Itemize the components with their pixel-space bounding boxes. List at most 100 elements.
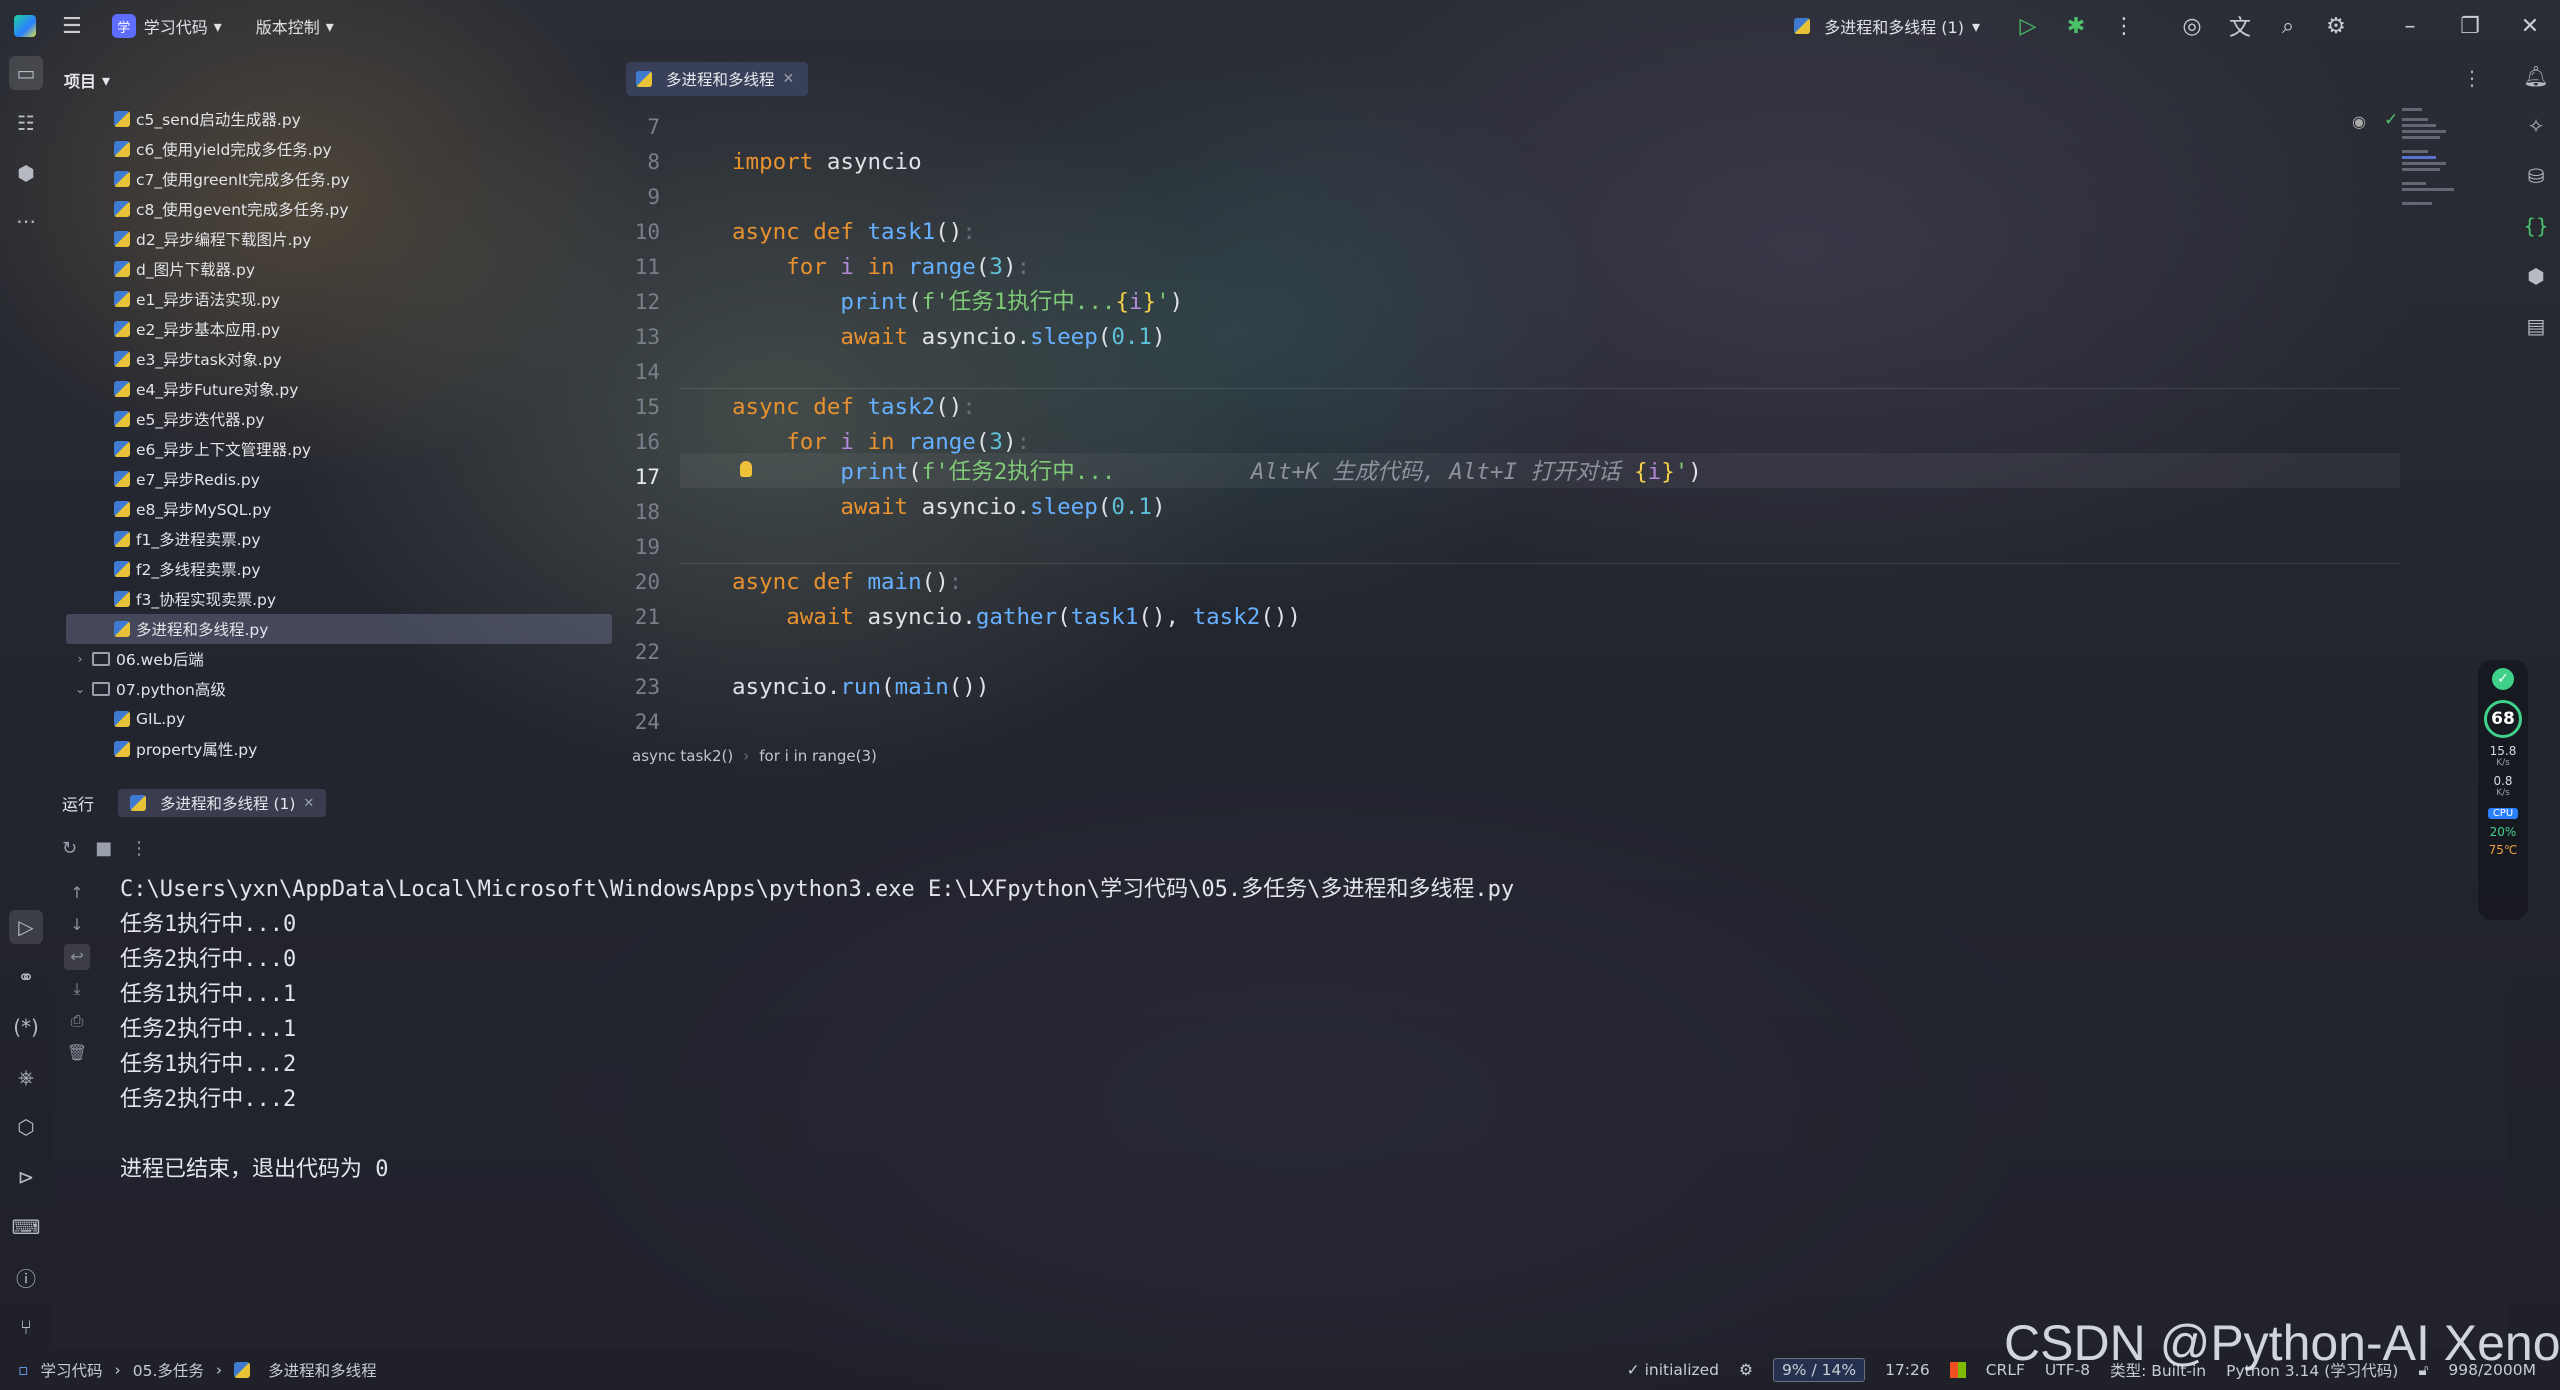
close-tab-icon[interactable]: ✕: [303, 796, 314, 811]
tree-file[interactable]: e7_异步Redis.py: [52, 464, 612, 494]
tree-file[interactable]: e2_异步基本应用.py: [52, 314, 612, 344]
notifications-bell-icon[interactable]: 🔔︎: [2520, 60, 2552, 92]
more-actions-icon[interactable]: ⋮: [2100, 14, 2148, 39]
run-tab[interactable]: 多进程和多线程 (1) ✕: [118, 789, 327, 817]
main-menu-icon[interactable]: ☰: [62, 14, 82, 39]
console-line: 任务1执行中...0: [120, 912, 297, 937]
run-config-selector[interactable]: 多进程和多线程 (1) ▾: [1794, 14, 1980, 38]
project-tool-folder-icon[interactable]: ▭: [9, 56, 43, 90]
restore-icon[interactable]: ❐: [2440, 14, 2500, 39]
close-icon[interactable]: ✕: [2500, 14, 2560, 39]
run-icon[interactable]: ▷: [2004, 14, 2052, 39]
tree-file[interactable]: 多进程和多线程.py: [66, 614, 612, 644]
breadcrumb-item[interactable]: for i in range(3): [759, 747, 877, 765]
tree-file[interactable]: f2_多线程卖票.py: [52, 554, 612, 584]
tree-file[interactable]: e8_异步MySQL.py: [52, 494, 612, 524]
tree-file[interactable]: f3_协程实现卖票.py: [52, 584, 612, 614]
line-number: 24: [634, 710, 660, 734]
git-branch-icon[interactable]: ⑂: [9, 1310, 43, 1344]
tree-file[interactable]: f1_多进程卖票.py: [52, 524, 612, 554]
status-crumb[interactable]: 多进程和多线程: [268, 1359, 377, 1381]
memory-usage[interactable]: 9% / 14%: [1772, 1358, 1866, 1382]
database-icon[interactable]: ⛁: [2520, 160, 2552, 192]
python-file-icon: [114, 381, 130, 397]
more-tools-icon[interactable]: ⋯: [9, 204, 43, 238]
ai-chat-icon[interactable]: ✧: [2520, 110, 2552, 142]
run-tool-icon[interactable]: ▷: [9, 910, 43, 944]
tree-file[interactable]: c5_send启动生成器.py: [52, 104, 612, 134]
code-line: await asyncio.sleep(0.1): [840, 324, 1166, 350]
tree-folder[interactable]: ⌄ 07.python高级: [52, 674, 612, 704]
project-panel-header[interactable]: 项目 ▾: [52, 62, 612, 98]
tree-item-label: f1_多进程卖票.py: [136, 531, 261, 549]
trash-icon[interactable]: 🗑: [64, 1040, 90, 1066]
scroll-up-icon[interactable]: ↑: [64, 880, 90, 906]
function-separator: [680, 388, 2400, 389]
minimize-icon[interactable]: –: [2380, 14, 2440, 39]
regex-tool-icon[interactable]: (*): [9, 1010, 43, 1044]
code-line: import asyncio: [732, 149, 922, 175]
tree-file[interactable]: c6_使用yield完成多任务.py: [52, 134, 612, 164]
code-editor[interactable]: 7 8 9 10 11 12 13 14 15 16 17 18 19 20 21 22 23 24 import…: [620, 110, 2400, 740]
tree-file[interactable]: d_图片下载器.py: [52, 254, 612, 284]
tree-file[interactable]: e4_异步Future对象.py: [52, 374, 612, 404]
terminal-icon[interactable]: ⌨: [9, 1210, 43, 1244]
breadcrumb-item[interactable]: async task2(): [632, 747, 733, 765]
line-number: 17: [634, 465, 660, 489]
chevron-down-icon[interactable]: ⌄: [72, 682, 88, 696]
problems-icon[interactable]: ⓘ: [9, 1260, 43, 1294]
tree-file[interactable]: c8_使用gevent完成多任务.py: [52, 194, 612, 224]
project-switcher[interactable]: 学习代码 ▾: [144, 14, 222, 38]
soft-wrap-icon[interactable]: ↩: [64, 944, 90, 970]
gear-icon[interactable]: ⚙: [2312, 14, 2360, 39]
code-minimap[interactable]: [2400, 104, 2510, 254]
tree-file[interactable]: property属性.py: [52, 734, 612, 764]
tree-file[interactable]: e1_异步语法实现.py: [52, 284, 612, 314]
stop-icon[interactable]: ■: [95, 838, 112, 859]
run-side-toolbar: ↑ ↓ ↩ ⤓ ⎙ 🗑: [52, 880, 102, 1340]
function-separator: [680, 563, 2400, 564]
tree-file[interactable]: e3_异步task对象.py: [52, 344, 612, 374]
tree-folder[interactable]: › 06.web后端: [52, 644, 612, 674]
more-actions-icon[interactable]: ⋮: [130, 838, 148, 859]
tree-item-label: 07.python高级: [116, 681, 226, 699]
python-packages-icon[interactable]: ⬢: [9, 156, 43, 190]
editor-tab-active[interactable]: 多进程和多线程 ✕: [626, 62, 809, 96]
ai-assistant-icon[interactable]: ◎: [2168, 14, 2216, 39]
readme-icon[interactable]: ▤: [2520, 310, 2552, 342]
code-line: async def main():: [732, 569, 963, 595]
gear-icon[interactable]: ⚙: [1739, 1361, 1753, 1379]
scroll-down-icon[interactable]: ↓: [64, 912, 90, 938]
status-crumb[interactable]: 05.多任务: [133, 1359, 204, 1381]
scroll-to-end-icon[interactable]: ⤓: [64, 976, 90, 1002]
services-play-icon[interactable]: ⊳: [9, 1160, 43, 1194]
search-icon[interactable]: ⌕: [2264, 14, 2312, 39]
tree-file[interactable]: d2_异步编程下载图片.py: [52, 224, 612, 254]
vcs-menu[interactable]: 版本控制 ▾: [256, 14, 334, 38]
console-line: 任务2执行中...0: [120, 947, 297, 972]
services-tool-icon[interactable]: ⚭: [9, 960, 43, 994]
rerun-icon[interactable]: ↻: [62, 838, 77, 859]
print-icon[interactable]: ⎙: [64, 1008, 90, 1034]
tree-file[interactable]: GIL.py: [52, 704, 612, 734]
run-console-output[interactable]: C:\Users\yxn\AppData\Local\Microsoft\Win…: [120, 872, 2500, 1342]
tree-file[interactable]: c7_使用greenlt完成多任务.py: [52, 164, 612, 194]
json-tool-icon[interactable]: {}: [2520, 210, 2552, 242]
status-crumb[interactable]: 学习代码: [41, 1359, 103, 1381]
console-line: 任务2执行中...1: [120, 1017, 297, 1042]
tab-more-icon[interactable]: ⋮: [2462, 66, 2482, 90]
lsp-status[interactable]: ✓ initialized: [1627, 1361, 1719, 1379]
tree-item-label: 多进程和多线程.py: [136, 621, 269, 639]
python-console-icon[interactable]: ⎈: [9, 1060, 43, 1094]
packages-tool-icon[interactable]: ⬡: [9, 1110, 43, 1144]
chevron-right-icon[interactable]: ›: [72, 652, 88, 666]
system-monitor-widget[interactable]: ✓ 68 15.8 K/s 0.8 K/s CPU 20% 75℃: [2478, 660, 2528, 920]
tree-file[interactable]: e5_异步迭代器.py: [52, 404, 612, 434]
translate-icon[interactable]: 文: [2216, 10, 2264, 42]
close-tab-icon[interactable]: ✕: [783, 71, 795, 87]
python-file-icon: [114, 141, 130, 157]
tree-file[interactable]: e6_异步上下文管理器.py: [52, 434, 612, 464]
structure-tool-icon[interactable]: ☷: [9, 106, 43, 140]
plugin-icon[interactable]: ⬢: [2520, 260, 2552, 292]
debug-icon[interactable]: ✱: [2052, 14, 2100, 39]
